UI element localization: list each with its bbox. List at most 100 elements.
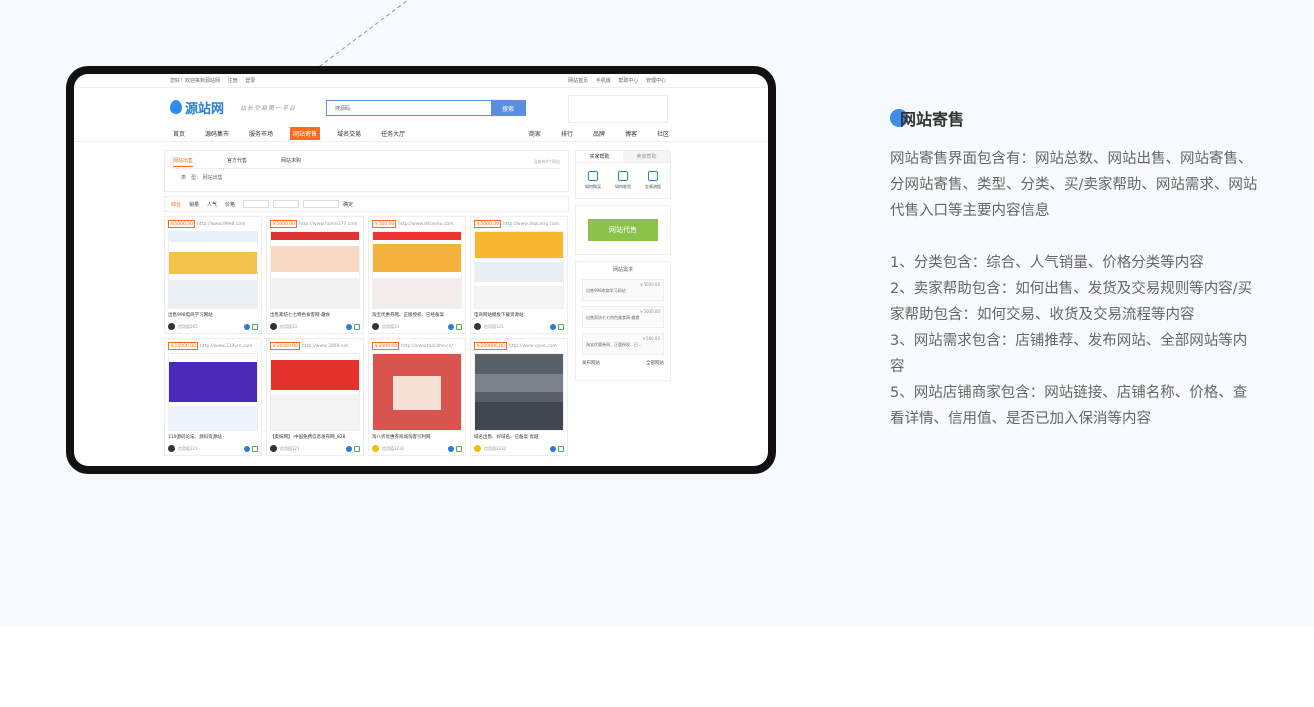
chart-icon — [648, 171, 658, 181]
demand-item[interactable]: ￥5000.00 出售998电商学习网站 — [582, 279, 664, 301]
demand-item[interactable]: ￥5000.00 出售家纺七七特色美食网-趣食 — [582, 306, 664, 328]
site-card[interactable]: ￥5000.00 http://www.99e8.com 出售998电商学习网站 … — [164, 216, 262, 334]
demand-text: 淘宝优惠券网、正版授权、已... — [586, 342, 642, 347]
credit-value: 信用值33 — [280, 323, 298, 329]
site-card[interactable]: ￥15000.00 http://www.119ym.com 119源码论坛、源码… — [164, 338, 262, 456]
tablet-device-mockup: 您好！欢迎来到源站网 注册 登录 网站首页 手机版 帮助中心 管理中心 源站网 … — [66, 66, 776, 474]
demand-text: 出售998电商学习网站 — [586, 288, 626, 293]
nav-community[interactable]: 社区 — [654, 127, 672, 140]
filter-overall[interactable]: 综合 — [171, 201, 181, 208]
how-to-buy[interactable]: 如何购买 — [585, 171, 601, 190]
card-url[interactable]: http://www.119ym.com — [200, 344, 253, 349]
search-button[interactable]: 搜索 — [491, 101, 525, 115]
search-bar: 搜源码 搜索 — [326, 100, 526, 116]
card-title[interactable]: 出售998电商学习网站 — [168, 312, 258, 318]
mobile-link[interactable]: 手机版 — [596, 78, 611, 84]
home-link[interactable]: 网站首页 — [568, 78, 588, 84]
search-input[interactable]: 搜源码 — [327, 101, 491, 115]
nav-brand[interactable]: 品牌 — [590, 127, 608, 140]
card-url[interactable]: http://www.uyue.com — [509, 344, 557, 349]
site-card[interactable]: ￥2000.00 http://www.taolizhe.cn/ 淘八折优惠券商城… — [368, 338, 466, 456]
card-title[interactable]: 出售家纺七七特色食客网-趣食 — [270, 312, 360, 318]
page-content: 网站出售 官方代售 网站求购 当前有9个网站 类 型： 网站出售 综合 销量 人… — [164, 150, 672, 466]
nav-source-market[interactable]: 源码集市 — [202, 127, 232, 140]
side-column: 买家帮助 卖家帮助 如何购买 如何收货 交易流程 网站代售 网站需求 ￥5000 — [575, 150, 671, 466]
logo-text: 源站网 — [185, 101, 225, 117]
site-card[interactable]: ￥16000.00 http://www.3008.net 【奥抹网】-中国免费信… — [266, 338, 364, 456]
verified-icon — [346, 445, 352, 452]
demand-text: 出售家纺七七特色美食网-趣食 — [586, 315, 640, 320]
card-thumbnail[interactable] — [168, 231, 258, 309]
tab-seller-help[interactable]: 卖家帮助 — [623, 151, 670, 162]
card-url[interactable]: http://www.home177.com — [299, 222, 357, 227]
site-card[interactable]: ￥5000.00 http://www.diqiceng.com 电商网站模板下载… — [470, 216, 568, 334]
type-value[interactable]: 网站出售 — [203, 175, 223, 181]
filter-sales[interactable]: 销量 — [189, 201, 199, 208]
price-max-input[interactable] — [273, 200, 300, 208]
nav-service-market[interactable]: 服务市场 — [246, 127, 276, 140]
card-thumbnail[interactable] — [474, 231, 564, 309]
publish-site-link[interactable]: 发布网站 — [582, 360, 600, 366]
card-thumbnail[interactable] — [372, 231, 462, 309]
site-logo[interactable]: 源站网 — [170, 98, 224, 117]
login-link[interactable]: 登录 — [245, 78, 255, 84]
how-to-buy-label: 如何购买 — [585, 184, 601, 189]
tab-buyer-help[interactable]: 买家帮助 — [576, 151, 623, 162]
card-thumbnail[interactable] — [168, 353, 258, 431]
site-card[interactable]: ￥5000.00 http://www.home177.com 出售家纺七七特色食… — [266, 216, 364, 334]
nav-home[interactable]: 首页 — [170, 127, 188, 140]
nav-ranking[interactable]: 排行 — [558, 127, 576, 140]
drop-icon — [170, 100, 182, 114]
nav-domain-trade[interactable]: 域名交易 — [334, 127, 364, 140]
nav-blog[interactable]: 博客 — [622, 127, 640, 140]
help-link[interactable]: 帮助中心 — [618, 78, 638, 84]
card-thumbnail[interactable] — [372, 353, 462, 431]
card-url[interactable]: http://www.ditianhu.com — [398, 222, 453, 227]
site-grid: ￥5000.00 http://www.99e8.com 出售998电商学习网站 … — [164, 216, 569, 456]
card-url[interactable]: http://www.3008.net — [302, 344, 348, 349]
card-url[interactable]: http://www.diqiceng.com — [503, 222, 559, 227]
nav-merchants[interactable]: 商家 — [526, 127, 544, 140]
price-min-input[interactable] — [243, 200, 270, 208]
card-price: ￥200000.00 — [474, 342, 507, 350]
feature-item: 1、分类包含：综合、人气销量、价格分类等内容 — [890, 255, 1204, 271]
feature-list: 1、分类包含：综合、人气销量、价格分类等内容 2、卖家帮助包含：如何出售、发货及… — [890, 250, 1260, 432]
site-agent-button[interactable]: 网站代售 — [588, 219, 658, 241]
description-block: 网站寄售 网站寄售界面包含有：网站总数、网站出售、网站寄售、分网站寄售、类型、分… — [890, 106, 1260, 432]
card-thumbnail[interactable] — [474, 353, 564, 431]
nav-site-consign[interactable]: 网站寄售 — [290, 127, 321, 140]
card-title[interactable]: 淘八折优惠券商城淘客引利网 — [372, 434, 462, 440]
card-thumbnail[interactable] — [270, 231, 360, 309]
filter-confirm-button[interactable]: 确定 — [343, 201, 353, 208]
tab-site-sale[interactable]: 网站出售 — [173, 157, 194, 167]
tab-official-agent[interactable]: 官方代售 — [227, 157, 247, 166]
card-title[interactable]: 电商网站模板下载资源站 — [474, 312, 564, 318]
trade-process[interactable]: 交易流程 — [645, 171, 661, 190]
nav-task-hall[interactable]: 任务大厅 — [378, 127, 408, 140]
manage-link[interactable]: 管理中心 — [646, 78, 666, 84]
card-title[interactable]: 域名出售、好域名、已备案 优越 — [474, 434, 564, 440]
tab-site-wanted[interactable]: 网站求购 — [281, 157, 301, 166]
card-title[interactable]: 119源码论坛、源码资源站 — [168, 434, 258, 440]
site-card[interactable]: ￥500.00 http://www.ditianhu.com 淘宝优惠券网、正版… — [368, 216, 466, 334]
site-card[interactable]: ￥200000.00 http://www.uyue.com 域名出售、好域名、已… — [470, 338, 568, 456]
all-sites-link[interactable]: 全部网站 — [646, 360, 664, 366]
card-url[interactable]: http://www.taolizhe.cn/ — [401, 344, 453, 349]
filter-price[interactable]: 价格 — [225, 201, 235, 208]
demand-item[interactable]: ￥580.00 淘宝优惠券网、正版授权、已... — [582, 333, 664, 355]
demand-panel: 网站需求 ￥5000.00 出售998电商学习网站 ￥5000.00 出售家纺七… — [575, 261, 671, 381]
card-title[interactable]: 淘宝优惠券网、正版授权、已经备案 — [372, 312, 462, 318]
avatar — [270, 323, 277, 330]
avatar — [168, 323, 175, 330]
card-price: ￥5000.00 — [474, 220, 502, 228]
filter-popularity[interactable]: 人气 — [207, 201, 217, 208]
avatar — [270, 445, 277, 452]
price-extra-input[interactable] — [303, 200, 340, 208]
register-link[interactable]: 注册 — [228, 78, 238, 84]
card-url[interactable]: http://www.99e8.com — [197, 222, 245, 227]
card-title[interactable]: 【奥抹网】-中国免费信息发布网_828 — [270, 434, 360, 440]
card-price: ￥15000.00 — [168, 342, 198, 350]
how-to-receive[interactable]: 如何收货 — [615, 171, 631, 190]
card-thumbnail[interactable] — [270, 353, 360, 431]
feature-item: 3、网站需求包含：店铺推荐、发布网站、全部网站等内容 — [890, 333, 1248, 375]
